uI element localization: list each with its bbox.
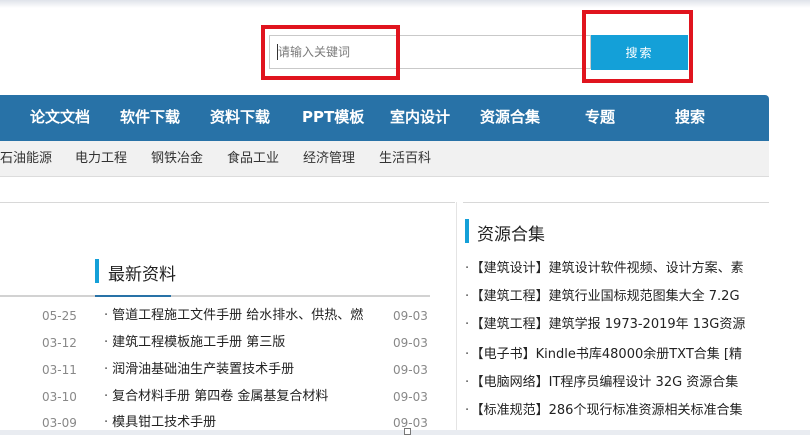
nav-item-ppt[interactable]: PPT模板 [302, 95, 364, 141]
list-item-title[interactable]: 【建筑工程】建筑行业国标规范图集大全 7.2G [477, 289, 739, 304]
sub-item-life[interactable]: 生活百科 [379, 141, 431, 177]
list-item-title[interactable]: 润滑油基础油生产装置技术手册 [112, 362, 294, 377]
list-item[interactable]: 05-25 · 管道工程施工文件手册 给水排水、供热、燃 09-03 [0, 303, 440, 329]
nav-item-materials[interactable]: 资料下载 [210, 95, 270, 141]
list-item[interactable]: · 【电脑网络】IT程序员编程设计 32G 资源合集 [465, 368, 769, 397]
list-item-date: 09-03 [393, 390, 428, 404]
list-item-date: 09-03 [393, 363, 428, 377]
section-title-resources: 资源合集 [477, 225, 545, 245]
list-item-title[interactable]: 【电脑网络】IT程序员编程设计 32G 资源合集 [477, 375, 738, 390]
list-item-date: 09-03 [393, 309, 428, 323]
list-item[interactable]: · 【建筑工程】建筑行业国标规范图集大全 7.2G [465, 282, 769, 311]
sub-item-economics[interactable]: 经济管理 [303, 141, 355, 177]
sub-item-metallurgy[interactable]: 钢铁冶金 [151, 141, 203, 177]
divider [456, 202, 457, 435]
list-item[interactable]: 03-11 · 润滑油基础油生产装置技术手册 09-03 [0, 357, 440, 383]
nav-item-interior[interactable]: 室内设计 [390, 95, 450, 141]
divider [0, 295, 430, 297]
section-title-marker [465, 219, 469, 243]
bullet-icon: · [104, 308, 109, 323]
list-item-date: 03-11 [42, 363, 77, 377]
list-item[interactable]: · 【建筑设计】建筑设计软件视频、设计方案、素 [465, 254, 769, 283]
list-item[interactable]: · 【标准规范】286个现行标准资源相关标准合集 [465, 396, 769, 425]
bullet-icon: · [465, 403, 470, 418]
list-item-title[interactable]: 【建筑设计】建筑设计软件视频、设计方案、素 [477, 261, 744, 276]
divider [0, 202, 455, 203]
list-item-title[interactable]: 管道工程施工文件手册 给水排水、供热、燃 [112, 308, 363, 323]
bullet-icon: · [465, 347, 470, 362]
bullet-icon: · [104, 335, 109, 350]
highlight-box-search-button [582, 10, 693, 83]
divider [463, 202, 769, 203]
bullet-icon: · [104, 415, 109, 430]
bullet-icon: · [465, 317, 470, 332]
list-item-title[interactable]: 【电子书】Kindle书库48000余册TXT合集 [精 [477, 347, 742, 362]
list-item[interactable]: 03-10 · 复合材料手册 第四卷 金属基复合材料 09-03 [0, 384, 440, 410]
nav-item-papers[interactable]: 论文文档 [30, 95, 90, 141]
section-title-marker [95, 259, 99, 283]
list-item-date: 03-12 [42, 336, 77, 350]
list-item-date: 05-25 [42, 309, 77, 323]
resize-handle-icon[interactable] [404, 428, 411, 435]
top-strip [0, 0, 810, 8]
nav-item-software[interactable]: 软件下载 [120, 95, 180, 141]
list-item[interactable]: · 【建筑工程】建筑学报 1973-2019年 13G资源 [465, 310, 769, 339]
sub-item-petroleum[interactable]: 石油能源 [0, 141, 52, 177]
bullet-icon: · [465, 375, 470, 390]
nav-item-topics[interactable]: 专题 [585, 95, 615, 141]
sub-item-power[interactable]: 电力工程 [75, 141, 127, 177]
section-title-latest: 最新资料 [108, 265, 176, 285]
list-item-date: 03-10 [42, 390, 77, 404]
nav-item-search[interactable]: 搜索 [675, 95, 705, 141]
sub-nav: 石油能源 电力工程 钢铁冶金 食品工业 经济管理 生活百科 [0, 141, 769, 177]
bullet-icon: · [465, 289, 470, 304]
list-item-title[interactable]: 【建筑工程】建筑学报 1973-2019年 13G资源 [477, 317, 745, 332]
bullet-icon: · [104, 389, 109, 404]
main-nav: 论文文档 软件下载 资料下载 PPT模板 室内设计 资源合集 专题 搜索 [0, 95, 769, 141]
list-item-date: 09-03 [393, 336, 428, 350]
list-item-title[interactable]: 建筑工程模板施工手册 第三版 [112, 335, 285, 350]
list-item-title[interactable]: 复合材料手册 第四卷 金属基复合材料 [112, 389, 328, 404]
list-item-title[interactable]: 【标准规范】286个现行标准资源相关标准合集 [477, 403, 742, 418]
list-item[interactable]: 03-12 · 建筑工程模板施工手册 第三版 09-03 [0, 330, 440, 356]
nav-item-collections[interactable]: 资源合集 [480, 95, 540, 141]
list-item-title[interactable]: 模具钳工技术手册 [112, 415, 216, 430]
bullet-icon: · [104, 362, 109, 377]
list-item[interactable]: · 【电子书】Kindle书库48000余册TXT合集 [精 [465, 340, 769, 369]
bullet-icon: · [465, 261, 470, 276]
highlight-box-search-input [261, 25, 400, 80]
section-title-underline [95, 295, 171, 297]
sub-item-food[interactable]: 食品工业 [227, 141, 279, 177]
